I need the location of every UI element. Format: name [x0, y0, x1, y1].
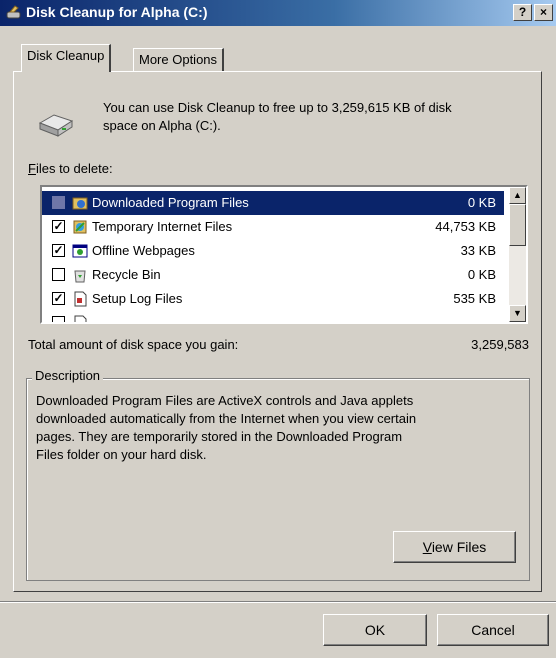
- view-files-rest: iew Files: [431, 539, 487, 555]
- list-item[interactable]: ✓ Setup Log Files 535 KB: [42, 287, 504, 311]
- file-size: 535 KB: [453, 291, 496, 306]
- footer-separator: [0, 601, 556, 603]
- disk-cleanup-window: Disk Cleanup for Alpha (C:) ? × Disk Cle…: [0, 0, 556, 658]
- file-name: Setup Log Files: [92, 291, 183, 306]
- offline-webpages-icon: [72, 244, 88, 258]
- list-item-partial[interactable]: [42, 311, 504, 322]
- file-checkbox[interactable]: ✓: [52, 244, 65, 257]
- file-checkbox[interactable]: [52, 268, 65, 281]
- files-to-delete-label: Files to delete:: [28, 161, 113, 176]
- file-size: 0 KB: [467, 195, 496, 210]
- file-size: 33 KB: [460, 243, 496, 258]
- ok-button[interactable]: OK: [323, 614, 427, 646]
- list-scrollbar[interactable]: ▲ ▼: [509, 187, 526, 322]
- view-files-button[interactable]: View Files: [393, 531, 516, 563]
- title-bar[interactable]: Disk Cleanup for Alpha (C:) ? ×: [0, 0, 556, 26]
- files-label-accel: F: [28, 161, 36, 176]
- cancel-button[interactable]: Cancel: [437, 614, 549, 646]
- view-files-accel: V: [422, 539, 432, 555]
- list-item[interactable]: Downloaded Program Files 0 KB: [42, 191, 504, 215]
- hard-disk-icon: [38, 114, 74, 137]
- description-line1: Downloaded Program Files are ActiveX con…: [36, 393, 414, 408]
- tab-disk-cleanup[interactable]: Disk Cleanup: [21, 44, 112, 72]
- description-line4: Files folder on your hard disk.: [36, 447, 207, 462]
- file-name: Offline Webpages: [92, 243, 195, 258]
- description-label: Description: [32, 368, 104, 383]
- window-title: Disk Cleanup for Alpha (C:): [26, 4, 208, 20]
- disk-cleanup-icon: [6, 5, 21, 19]
- intro-text-line2: space on Alpha (C:).: [103, 118, 221, 133]
- log-file-icon: [74, 291, 87, 307]
- file-size: 44,753 KB: [435, 219, 496, 234]
- file-checkbox[interactable]: [52, 196, 65, 209]
- list-item[interactable]: ✓ Temporary Internet Files 44,753 KB: [42, 215, 504, 239]
- file-name: Downloaded Program Files: [92, 195, 249, 210]
- file-name: Temporary Internet Files: [92, 219, 233, 234]
- description-line2: downloaded automatically from the Intern…: [36, 411, 417, 426]
- file-size: 0 KB: [467, 267, 496, 282]
- intro-text-line1: You can use Disk Cleanup to free up to 3…: [103, 100, 452, 115]
- list-item[interactable]: Recycle Bin 0 KB: [42, 263, 504, 287]
- scroll-down-icon[interactable]: ▼: [509, 305, 526, 322]
- total-label: Total amount of disk space you gain:: [28, 337, 239, 352]
- description-line3: pages. They are temporarily stored in th…: [36, 429, 403, 444]
- file-checkbox[interactable]: ✓: [52, 220, 65, 233]
- list-item[interactable]: ✓ Offline Webpages 33 KB: [42, 239, 504, 263]
- tab-more-options[interactable]: More Options: [133, 48, 225, 71]
- downloaded-files-icon: [72, 197, 88, 210]
- internet-files-icon: [73, 220, 87, 234]
- close-button[interactable]: ×: [534, 4, 553, 21]
- file-checkbox[interactable]: [52, 316, 65, 322]
- help-button[interactable]: ?: [513, 4, 532, 21]
- file-name: Recycle Bin: [92, 267, 161, 282]
- files-label-rest: iles to delete:: [35, 161, 113, 176]
- recycle-bin-icon: [74, 270, 86, 283]
- file-checkbox[interactable]: ✓: [52, 292, 65, 305]
- total-value: 3,259,583: [471, 337, 529, 352]
- files-list[interactable]: Downloaded Program Files 0 KB ✓ Temporar…: [40, 185, 528, 324]
- scroll-up-icon[interactable]: ▲: [509, 187, 526, 204]
- scroll-thumb[interactable]: [509, 204, 526, 246]
- file-icon: [74, 315, 87, 322]
